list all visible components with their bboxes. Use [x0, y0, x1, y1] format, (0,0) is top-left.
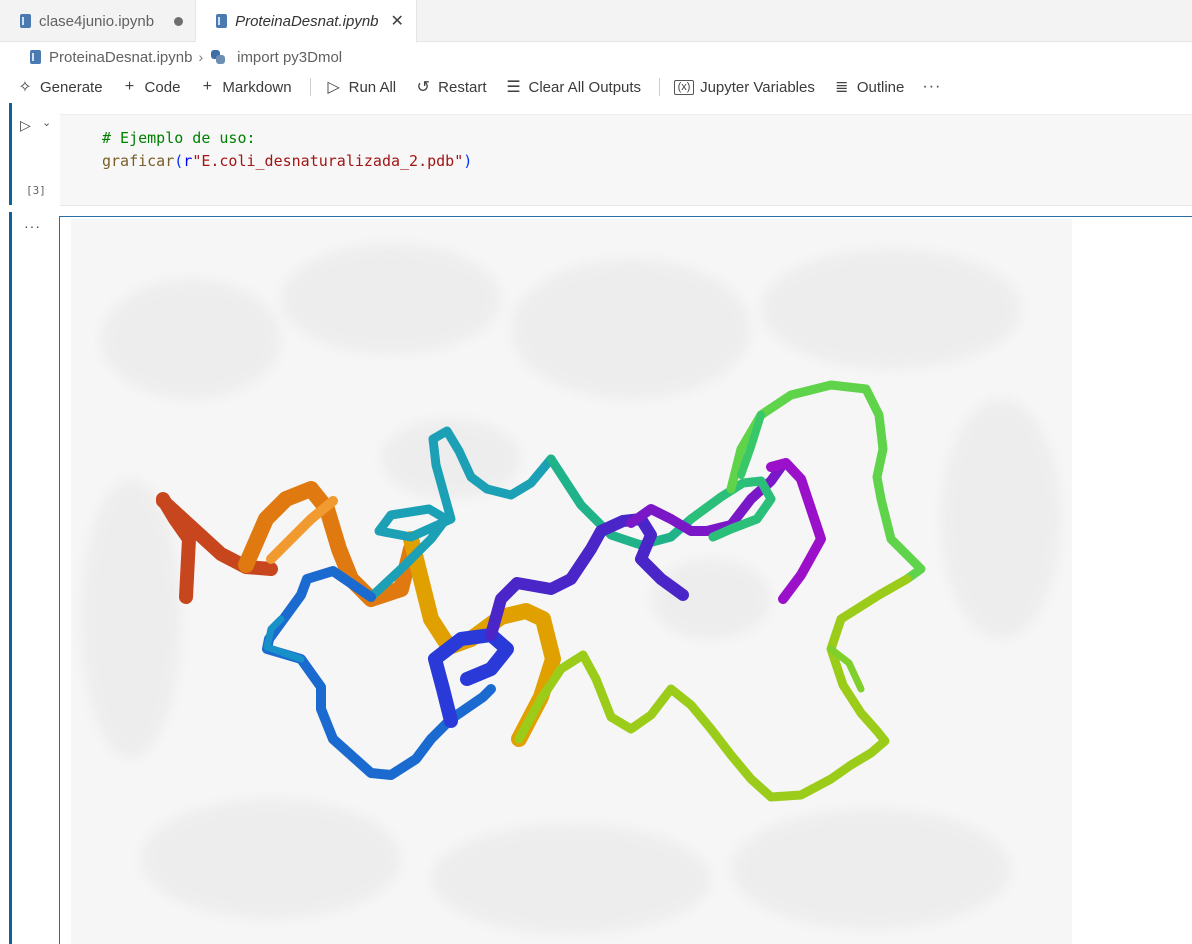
- code-paren: ): [463, 152, 473, 170]
- generate-label: Generate: [40, 78, 103, 96]
- generate-button[interactable]: ✧ Generate: [16, 77, 103, 97]
- breadcrumb-symbol[interactable]: import py3Dmol: [237, 49, 342, 66]
- variables-icon: (x): [674, 79, 695, 95]
- protein-ribbon-render: [81, 244, 1061, 934]
- list-icon: ≣: [835, 79, 849, 96]
- chevron-right-icon: ›: [198, 49, 204, 65]
- sparkle-icon: ✧: [18, 79, 32, 96]
- editor-tab-bar: clase4junio.ipynb ProteinaDesnat.ipynb ✕: [0, 0, 1192, 43]
- add-code-cell-button[interactable]: + Code: [121, 78, 181, 96]
- variables-label: Jupyter Variables: [700, 78, 815, 96]
- code-function-name: graficar: [102, 152, 175, 170]
- ribbon-chain: [156, 380, 926, 802]
- tab-label: ProteinaDesnat.ipynb: [235, 12, 379, 30]
- notebook-icon: [216, 14, 228, 28]
- outline-label: Outline: [856, 78, 905, 96]
- py3dmol-viewer[interactable]: [71, 219, 1072, 944]
- cell-output: [59, 216, 1192, 944]
- notebook-toolbar: ✧ Generate + Code + Markdown ▷ Run All ↺…: [0, 72, 1192, 102]
- unsaved-dot-icon[interactable]: [174, 16, 184, 26]
- breadcrumb: ProteinaDesnat.ipynb › import py3Dmol: [0, 42, 1192, 72]
- notebook-icon: [20, 14, 31, 28]
- code-label: Code: [144, 78, 181, 96]
- python-icon: [211, 50, 226, 64]
- tab-clase4junio[interactable]: clase4junio.ipynb: [0, 0, 197, 42]
- restart-icon: ↺: [416, 79, 430, 96]
- output-actions-icon[interactable]: ···: [24, 218, 41, 234]
- play-icon: ▷: [327, 79, 340, 96]
- jupyter-variables-button[interactable]: (x) Jupyter Variables: [674, 79, 815, 96]
- run-all-label: Run All: [348, 78, 397, 96]
- run-cell-icon[interactable]: ▷: [20, 117, 31, 134]
- cell-focus-indicator: [9, 103, 12, 205]
- markdown-label: Markdown: [222, 78, 292, 96]
- run-all-button[interactable]: ▷ Run All: [325, 77, 397, 97]
- code-comment: # Ejemplo de uso:: [102, 129, 256, 147]
- chevron-down-icon[interactable]: ⌄: [42, 116, 51, 129]
- outline-button[interactable]: ≣ Outline: [833, 77, 905, 97]
- tab-proteinadesnat[interactable]: ProteinaDesnat.ipynb ✕: [196, 0, 417, 43]
- clear-all-outputs-button[interactable]: ☰ Clear All Outputs: [505, 77, 642, 97]
- plus-icon: +: [202, 78, 213, 95]
- tab-label: clase4junio.ipynb: [39, 12, 155, 30]
- notebook-icon: [30, 50, 41, 64]
- surface-background: [81, 244, 1061, 934]
- execution-count: [3]: [26, 184, 46, 197]
- restart-label: Restart: [438, 78, 487, 96]
- toolbar-divider: [659, 78, 661, 96]
- restart-button[interactable]: ↺ Restart: [414, 77, 486, 97]
- code-paren: (: [174, 152, 184, 170]
- code-string: "E.coli_desnaturalizada_2.pdb": [192, 152, 464, 170]
- add-markdown-cell-button[interactable]: + Markdown: [198, 78, 292, 96]
- breadcrumb-file[interactable]: ProteinaDesnat.ipynb: [49, 49, 192, 66]
- code-editor[interactable]: # Ejemplo de uso: graficar(r"E.coli_desn…: [60, 114, 1192, 206]
- more-actions-icon[interactable]: ···: [922, 78, 941, 96]
- plus-icon: +: [124, 78, 135, 95]
- output-focus-indicator: [9, 212, 12, 944]
- clear-outputs-label: Clear All Outputs: [528, 78, 642, 96]
- code-string-prefix: r: [183, 152, 193, 170]
- code-call-line: graficar(r"E.coli_desnaturalizada_2.pdb"…: [102, 152, 472, 170]
- clear-outputs-icon: ☰: [506, 79, 521, 96]
- toolbar-divider: [309, 78, 311, 96]
- close-icon[interactable]: ✕: [391, 11, 404, 31]
